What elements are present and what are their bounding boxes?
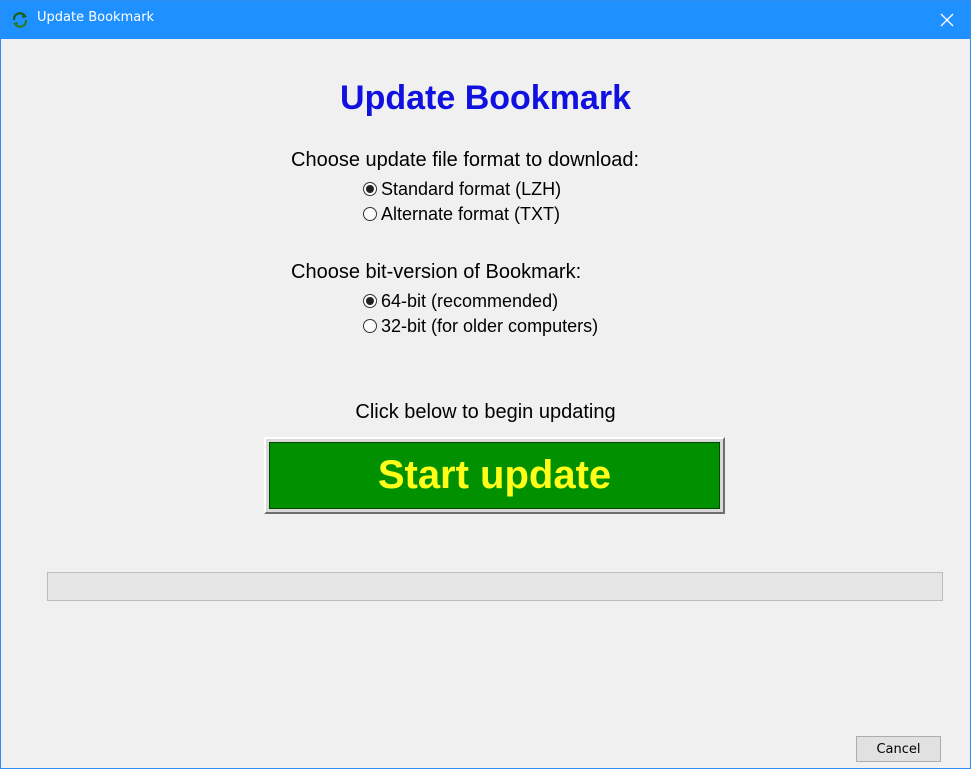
bit-group-label: Choose bit-version of Bookmark: xyxy=(291,261,582,283)
page-heading: Update Bookmark xyxy=(340,79,631,117)
format-group-label: Choose update file format to download: xyxy=(291,149,639,171)
radio-alternate-format[interactable]: Alternate format (TXT) xyxy=(363,202,560,226)
radio-button[interactable] xyxy=(363,319,377,333)
title-bar[interactable]: Update Bookmark xyxy=(1,1,970,39)
radio-32-bit[interactable]: 32-bit (for older computers) xyxy=(363,314,598,338)
update-bookmark-window: Update Bookmark Update Bookmark Choose u… xyxy=(0,0,971,769)
cancel-button[interactable]: Cancel xyxy=(856,736,941,762)
progress-bar xyxy=(47,572,943,601)
close-button[interactable] xyxy=(924,1,970,39)
window-title: Update Bookmark xyxy=(37,10,155,25)
radio-label: Alternate format (TXT) xyxy=(381,203,561,224)
radio-64-bit[interactable]: 64-bit (recommended) xyxy=(363,289,558,313)
bookmark-update-icon xyxy=(11,11,29,29)
radio-button[interactable] xyxy=(363,207,377,221)
radio-label: 64-bit (recommended) xyxy=(381,290,559,311)
radio-label: 32-bit (for older computers) xyxy=(381,315,599,336)
begin-instructions: Click below to begin updating xyxy=(355,401,616,423)
radio-standard-format[interactable]: Standard format (LZH) xyxy=(363,177,561,201)
radio-button[interactable] xyxy=(363,182,377,196)
radio-label: Standard format (LZH) xyxy=(381,178,562,199)
start-update-button[interactable]: Start update xyxy=(264,437,725,514)
radio-button[interactable] xyxy=(363,294,377,308)
start-update-label: Start update xyxy=(269,442,720,509)
close-icon xyxy=(940,13,954,27)
